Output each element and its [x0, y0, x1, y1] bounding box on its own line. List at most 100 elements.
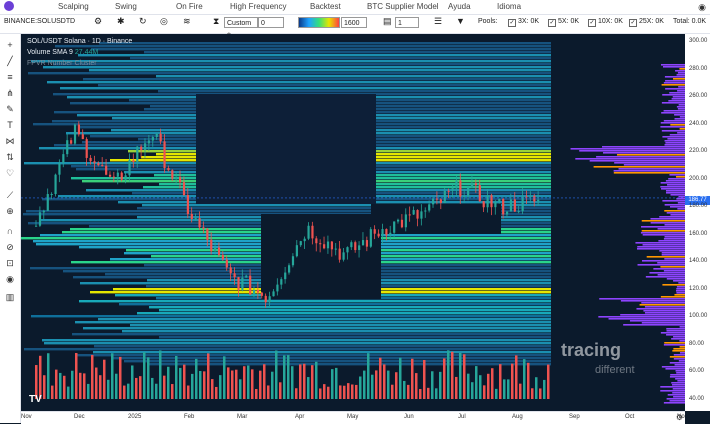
candle-body [494, 201, 497, 208]
pool-25x-checkbox[interactable]: ✓ 25X: 0K [629, 18, 664, 27]
layers-icon[interactable]: ≋ [183, 16, 191, 27]
volume-profile-bar [666, 398, 685, 400]
time-tick-label: 2025 [128, 414, 142, 420]
volume-profile-bar [661, 84, 685, 86]
candle-body [467, 187, 470, 197]
volume-profile-bar [579, 150, 685, 152]
hourglass-icon[interactable]: ⧗ [213, 16, 219, 27]
brush-icon[interactable]: ✎ [5, 104, 15, 114]
volume-profile-bar [672, 392, 685, 394]
pattern-icon[interactable]: ⋈ [5, 136, 15, 146]
indicators-icon[interactable]: ⚙ [94, 16, 102, 27]
level-input[interactable]: 1600 [341, 17, 367, 28]
candle-body [175, 177, 178, 179]
time-tick-label: Dec [74, 414, 85, 420]
candle-body [315, 238, 318, 244]
volume-bar [399, 357, 402, 399]
heart-icon[interactable]: ♡ [5, 168, 15, 178]
menu-idioma[interactable]: Idioma [497, 2, 521, 11]
symbol-selector[interactable]: BINANCE:SOLUSDT [4, 18, 70, 25]
candle-body [498, 198, 501, 202]
bug-icon[interactable]: ✱ [117, 16, 125, 27]
candle-body [373, 229, 376, 234]
projection-icon[interactable]: ⇅ [5, 152, 15, 162]
menu-on-fire[interactable]: On Fire [176, 2, 203, 11]
volume-profile-bar [623, 324, 685, 326]
lock-drawings-icon[interactable]: ⊘ [5, 242, 15, 252]
menu-backtest[interactable]: Backtest [310, 2, 341, 11]
magnet-icon[interactable]: ∩ [5, 226, 15, 236]
candle-body [143, 143, 147, 150]
eye-off-icon[interactable]: ◎ [160, 16, 168, 27]
trash-icon[interactable]: ▥ [5, 292, 15, 302]
volume-profile-bar [644, 312, 685, 314]
candle-body [420, 211, 423, 219]
count-input[interactable]: 1 [395, 17, 419, 28]
pool-5x-checkbox[interactable]: ✓ 5X: 0K [548, 18, 579, 27]
volume-bar [111, 353, 114, 399]
pool-3x-checkbox[interactable]: ✓ 3X: 0K [508, 18, 539, 27]
menu-high-frequency[interactable]: High Frequency [230, 2, 286, 11]
volume-bar [423, 360, 426, 399]
app-logo-icon[interactable] [4, 1, 14, 11]
menu-swing[interactable]: Swing [115, 2, 137, 11]
candle-body [42, 210, 45, 213]
volume-profile-bar [663, 344, 685, 346]
heatmap-band [75, 321, 551, 324]
text-icon[interactable]: T [5, 120, 15, 130]
time-axis[interactable]: ⚙ Nov Dec 2025 Feb Mar Apr May Jun Jul Aug Sep Oct N… [21, 411, 685, 424]
volume-profile-bar [671, 382, 685, 384]
interval-selector[interactable]: D [70, 18, 75, 25]
candle-body [105, 165, 108, 175]
filter-icon[interactable]: ▼ [456, 16, 465, 26]
color-gradient-swatch[interactable] [298, 17, 340, 28]
trendline-icon[interactable]: ╱ [5, 56, 15, 66]
candle-body [202, 227, 205, 229]
list-icon[interactable]: ☰ [434, 16, 442, 27]
ruler-icon[interactable]: ⟋ [5, 190, 15, 200]
time-tick-label: May [347, 414, 359, 420]
pool-10x-checkbox[interactable]: ✓ 10X: 0K [588, 18, 623, 27]
camera-icon[interactable]: ◉ [698, 2, 706, 13]
price-tick-label: 80.00 [689, 340, 705, 347]
heatmap-band [91, 48, 551, 51]
price-axis[interactable]: 186.77 300.00 280.00 260.00 240.00 220.00 200… [685, 34, 710, 411]
volume-bar [431, 371, 434, 399]
custom-value-input[interactable]: 0 [258, 17, 284, 28]
volume-profile-bar [672, 96, 685, 98]
menu-scalping[interactable]: Scalping [58, 2, 89, 11]
crosshair-icon[interactable]: + [5, 40, 15, 50]
time-tick-label: Nov [21, 414, 32, 420]
heatmap-band [93, 351, 551, 354]
candle-body [163, 141, 166, 169]
volume-profile-bar [676, 288, 685, 290]
volume-profile-bar [661, 130, 685, 132]
menu-ayuda[interactable]: Ayuda [448, 2, 471, 11]
candle-body [249, 275, 252, 295]
candle-body [171, 170, 174, 179]
pitchfork-icon[interactable]: ⋔ [5, 88, 15, 98]
stack-icon[interactable]: ▤ [383, 16, 392, 27]
chart-area[interactable]: SOL/USDT Solana · 1D · Binance Volume SM… [21, 34, 685, 411]
volume-profile-bar [620, 314, 685, 316]
volume-profile-bar [669, 400, 685, 402]
eye-icon[interactable]: ◉ [5, 274, 15, 284]
candle-body [140, 146, 143, 150]
heatmap-band [47, 81, 551, 84]
refresh-icon[interactable]: ↻ [139, 16, 147, 27]
heatmap-band [144, 51, 551, 54]
volume-profile-bar [629, 320, 685, 322]
volume-profile-bar [663, 82, 685, 84]
lock-icon[interactable]: ⊡ [5, 258, 15, 268]
volume-bar [51, 385, 54, 399]
candle-body [377, 233, 380, 237]
heatmap-band [24, 348, 551, 351]
zoom-in-icon[interactable]: ⊕ [5, 206, 15, 216]
custom-select[interactable]: Custom ÷ [224, 17, 258, 38]
time-tick-label: Oct [625, 414, 635, 420]
horizontal-lines-icon[interactable]: ≡ [5, 72, 15, 82]
heatmap-band [75, 354, 551, 357]
candle-body [147, 140, 151, 144]
menu-btc-supplier-model[interactable]: BTC Supplier Model [367, 2, 439, 11]
candle-body [439, 199, 442, 203]
